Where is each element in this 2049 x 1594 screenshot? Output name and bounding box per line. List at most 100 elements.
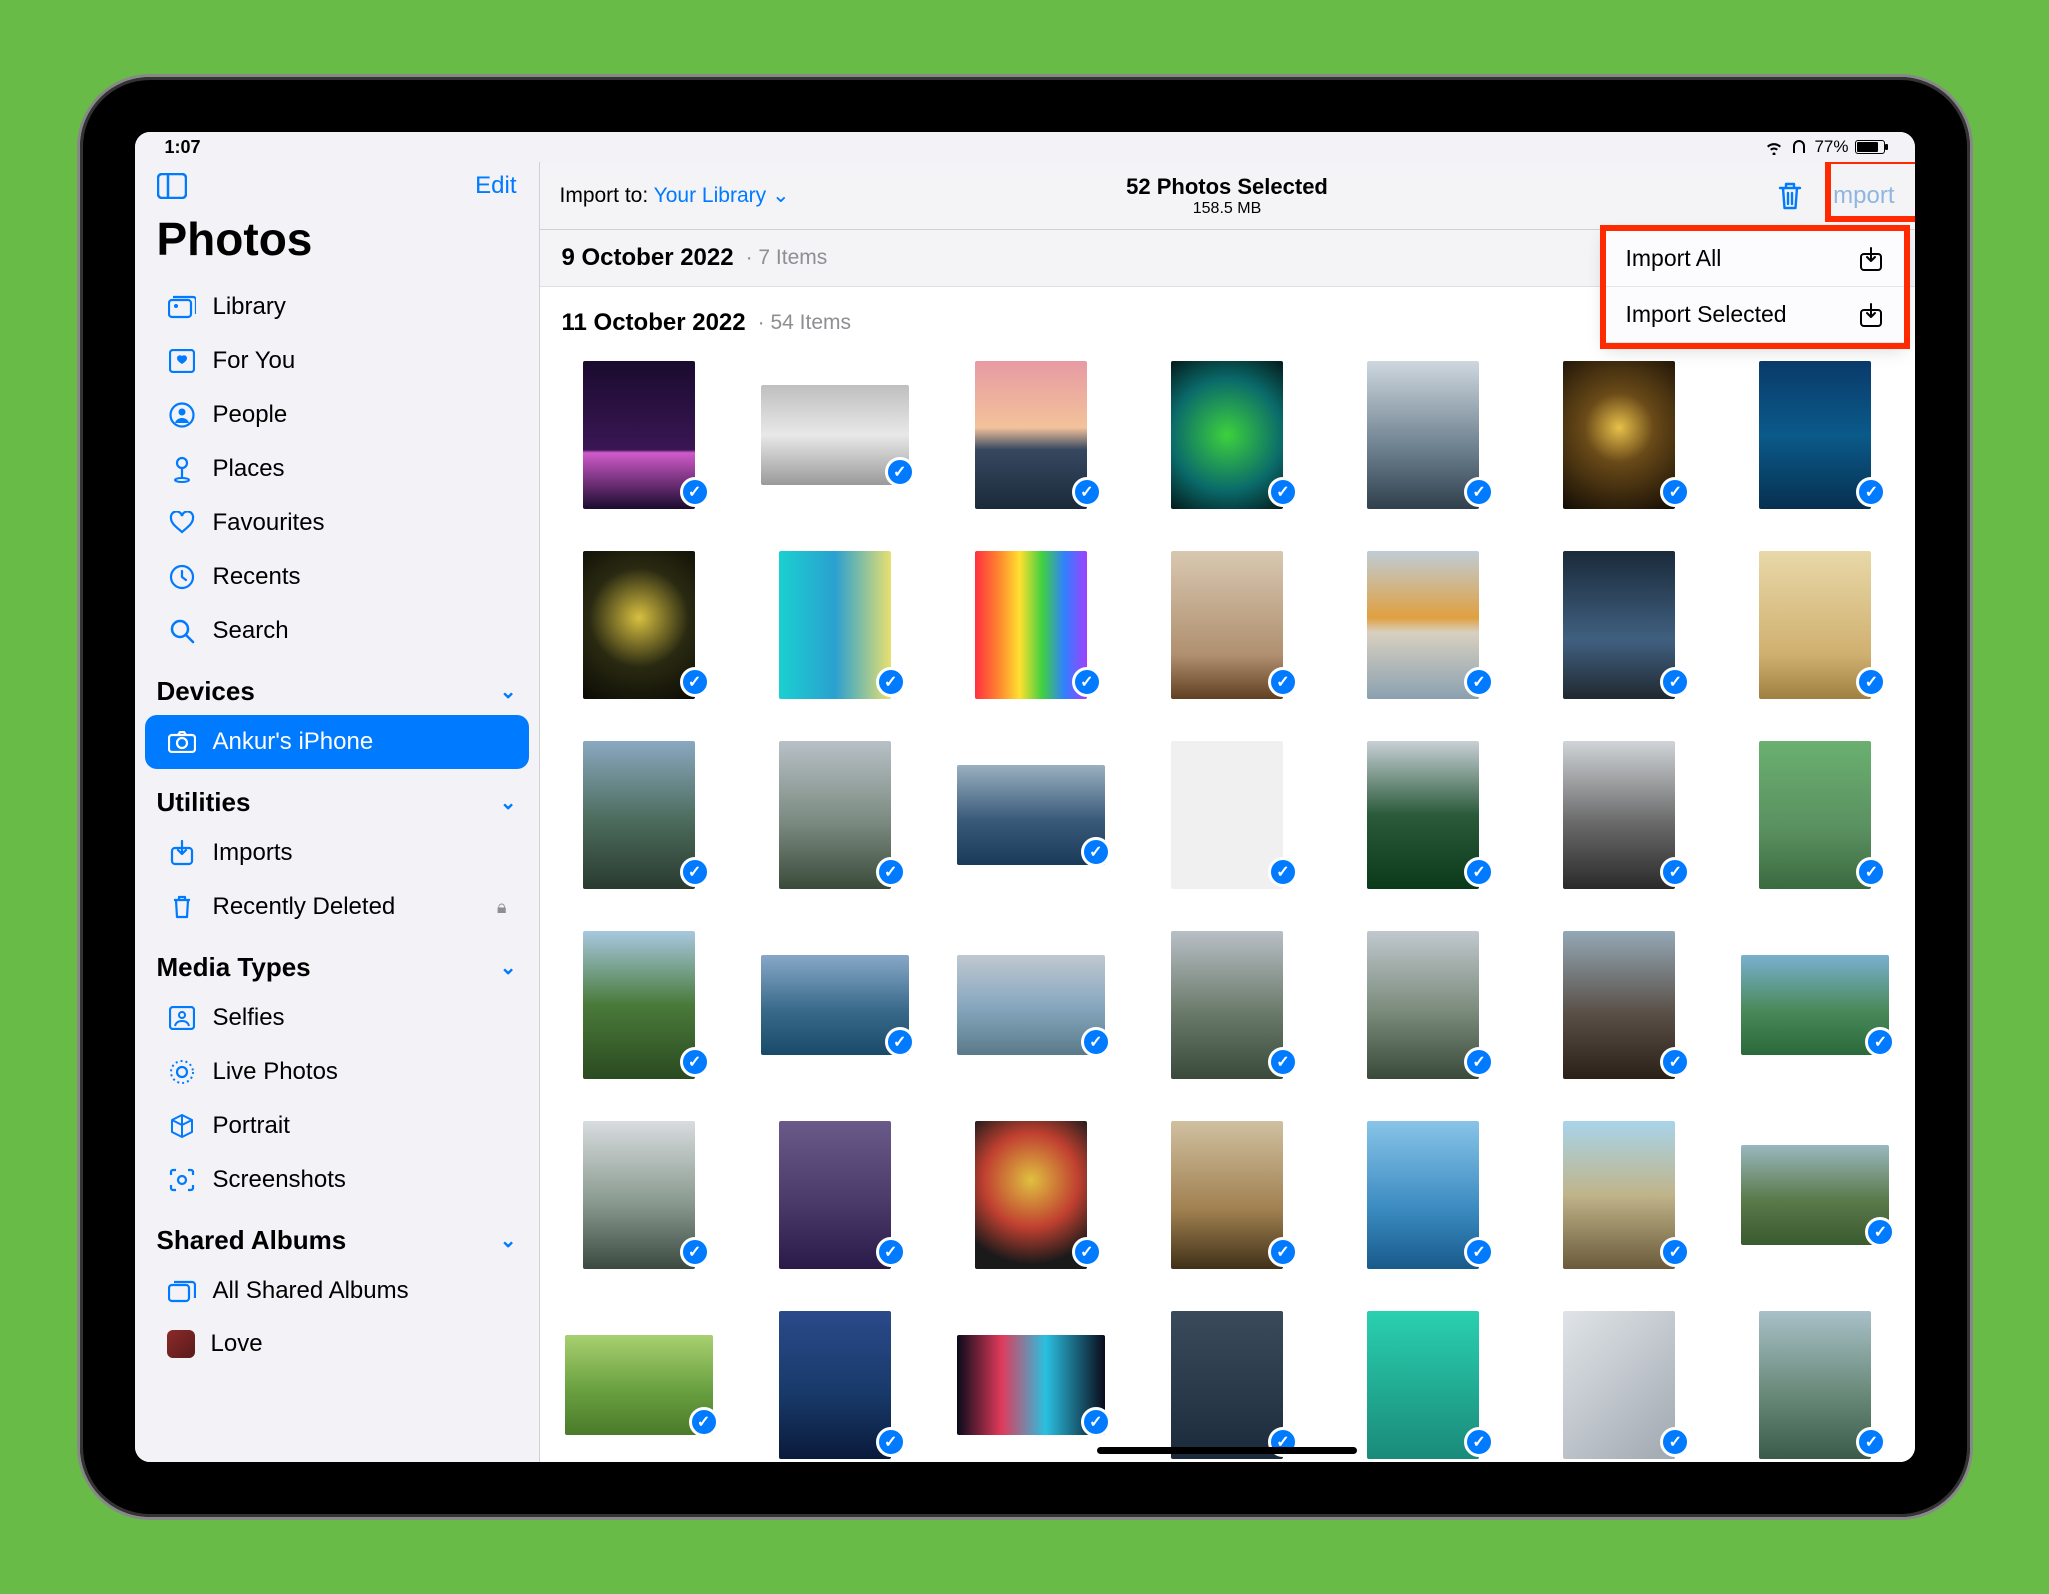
screenshot-icon (167, 1165, 197, 1195)
photo-thumbnail[interactable]: ✓ (1750, 741, 1880, 889)
photo-thumbnail[interactable]: ✓ (1554, 931, 1684, 1079)
photo-thumbnail[interactable]: ✓ (761, 931, 909, 1079)
photo-thumbnail[interactable]: ✓ (574, 931, 704, 1079)
sidebar-item-search[interactable]: Search (145, 604, 529, 658)
import-icon (167, 838, 197, 868)
photo-thumbnail[interactable]: ✓ (1162, 1311, 1292, 1459)
section-utilities[interactable]: Utilities ⌄ (135, 769, 539, 826)
photo-thumbnail[interactable]: ✓ (1162, 361, 1292, 509)
section-shared-albums[interactable]: Shared Albums ⌄ (135, 1207, 539, 1264)
sidebar-item-recently-deleted[interactable]: Recently Deleted 🔒︎ (145, 880, 529, 934)
section-media-types[interactable]: Media Types ⌄ (135, 934, 539, 991)
thumbnail-image (1367, 931, 1479, 1079)
edit-button[interactable]: Edit (475, 172, 516, 200)
clock: 1:07 (165, 137, 201, 158)
sidebar-item-imports[interactable]: Imports (145, 826, 529, 880)
photo-thumbnail[interactable]: ✓ (1162, 931, 1292, 1079)
sidebar-item-portrait[interactable]: Portrait (145, 1099, 529, 1153)
selected-badge-icon: ✓ (680, 857, 710, 887)
selected-badge-icon: ✓ (1072, 477, 1102, 507)
photo-thumbnail[interactable]: ✓ (1741, 931, 1889, 1079)
thumbnail-image (1563, 551, 1675, 699)
sidebar-item-places[interactable]: Places (145, 442, 529, 496)
home-indicator[interactable] (1097, 1447, 1357, 1454)
thumbnail-image (1171, 361, 1283, 509)
photo-thumbnail[interactable]: ✓ (1554, 1311, 1684, 1459)
thumbnail-image (779, 741, 891, 889)
selected-badge-icon: ✓ (1072, 667, 1102, 697)
heart-icon (167, 508, 197, 538)
photo-thumbnail[interactable]: ✓ (770, 551, 900, 699)
photo-thumbnail[interactable]: ✓ (966, 551, 1096, 699)
photo-thumbnail[interactable]: ✓ (1750, 361, 1880, 509)
photo-thumbnail[interactable]: ✓ (1358, 551, 1488, 699)
annotation-highlight (1600, 225, 1910, 349)
selected-badge-icon: ✓ (1268, 1237, 1298, 1267)
photo-thumbnail[interactable]: ✓ (966, 361, 1096, 509)
photo-thumbnail[interactable]: ✓ (574, 741, 704, 889)
selected-badge-icon: ✓ (1660, 1237, 1690, 1267)
photo-thumbnail[interactable]: ✓ (1741, 1121, 1889, 1269)
selected-badge-icon: ✓ (1464, 477, 1494, 507)
photo-thumbnail[interactable]: ✓ (1358, 931, 1488, 1079)
selected-badge-icon: ✓ (680, 1237, 710, 1267)
photo-thumbnail[interactable]: ✓ (1358, 1311, 1488, 1459)
annotation-highlight (1825, 162, 1915, 222)
photo-thumbnail[interactable]: ✓ (761, 361, 909, 509)
selected-badge-icon: ✓ (1464, 1047, 1494, 1077)
photo-thumbnail[interactable]: ✓ (574, 1121, 704, 1269)
delete-button[interactable] (1776, 180, 1804, 212)
sidebar-item-screenshots[interactable]: Screenshots (145, 1153, 529, 1207)
photo-thumbnail[interactable]: ✓ (1162, 1121, 1292, 1269)
sidebar-item-recents[interactable]: Recents (145, 550, 529, 604)
thumbnail-image (583, 741, 695, 889)
sidebar-item-all-shared[interactable]: All Shared Albums (145, 1264, 529, 1318)
sidebar-item-library[interactable]: Library (145, 280, 529, 334)
photo-thumbnail[interactable]: ✓ (1162, 741, 1292, 889)
selected-badge-icon: ✓ (1865, 1217, 1895, 1247)
photo-thumbnail[interactable]: ✓ (1554, 741, 1684, 889)
thumbnail-image (1171, 741, 1283, 889)
photo-thumbnail[interactable]: ✓ (770, 1311, 900, 1459)
photo-thumbnail[interactable]: ✓ (957, 1311, 1105, 1459)
selected-badge-icon: ✓ (1268, 477, 1298, 507)
thumbnail-image (1367, 361, 1479, 509)
photo-thumbnail[interactable]: ✓ (1162, 551, 1292, 699)
photo-thumbnail[interactable]: ✓ (1358, 361, 1488, 509)
photo-thumbnail[interactable]: ✓ (565, 1311, 713, 1459)
photo-thumbnail[interactable]: ✓ (1554, 361, 1684, 509)
photo-thumbnail[interactable]: ✓ (770, 1121, 900, 1269)
section-devices[interactable]: Devices ⌄ (135, 658, 539, 715)
sidebar-item-favourites[interactable]: Favourites (145, 496, 529, 550)
photo-thumbnail[interactable]: ✓ (1750, 1311, 1880, 1459)
sidebar-item-livephotos[interactable]: Live Photos (145, 1045, 529, 1099)
sidebar-toggle-icon[interactable] (157, 173, 187, 199)
sidebar-item-selfies[interactable]: Selfies (145, 991, 529, 1045)
photo-thumbnail[interactable]: ✓ (1750, 551, 1880, 699)
photo-thumbnail[interactable]: ✓ (574, 361, 704, 509)
photo-thumbnail[interactable]: ✓ (574, 551, 704, 699)
sidebar-item-people[interactable]: People (145, 388, 529, 442)
selected-badge-icon: ✓ (1464, 1427, 1494, 1457)
person-circle-icon (167, 400, 197, 430)
photo-thumbnail[interactable]: ✓ (1554, 551, 1684, 699)
ipad-frame: 1:07 77% Edit Photos (80, 77, 1970, 1517)
import-menu: Import All Import Selected (1605, 230, 1905, 344)
import-to-selector[interactable]: Import to: Your Library ⌄ (560, 183, 790, 208)
wifi-icon (1764, 139, 1784, 155)
photo-thumbnail[interactable]: ✓ (1358, 1121, 1488, 1269)
sidebar-item-device[interactable]: Ankur's iPhone (145, 715, 529, 769)
photo-thumbnail[interactable]: ✓ (770, 741, 900, 889)
photo-thumbnail[interactable]: ✓ (1358, 741, 1488, 889)
selected-badge-icon: ✓ (689, 1407, 719, 1437)
selected-badge-icon: ✓ (885, 1027, 915, 1057)
thumbnail-image (1563, 1311, 1675, 1459)
sidebar-item-love[interactable]: Love (145, 1318, 529, 1370)
photo-thumbnail[interactable]: ✓ (957, 741, 1105, 889)
selfie-icon (167, 1003, 197, 1033)
thumbnail-image (1367, 551, 1479, 699)
photo-thumbnail[interactable]: ✓ (957, 931, 1105, 1079)
sidebar-item-foryou[interactable]: For You (145, 334, 529, 388)
photo-thumbnail[interactable]: ✓ (1554, 1121, 1684, 1269)
photo-thumbnail[interactable]: ✓ (966, 1121, 1096, 1269)
